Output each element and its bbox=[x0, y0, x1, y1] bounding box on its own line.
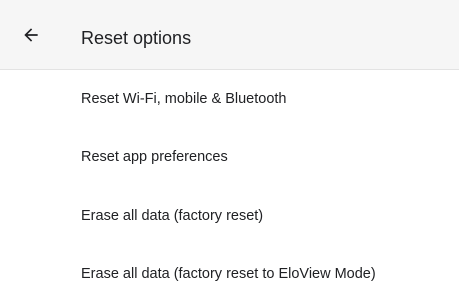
back-button[interactable] bbox=[16, 20, 46, 50]
option-label: Reset Wi-Fi, mobile & Bluetooth bbox=[81, 91, 287, 107]
option-label: Erase all data (factory reset to EloView… bbox=[81, 266, 376, 282]
factory-reset-option[interactable]: Erase all data (factory reset) bbox=[0, 188, 459, 244]
page-title: Reset options bbox=[81, 28, 192, 48]
arrow-left-icon bbox=[24, 28, 38, 42]
factory-reset-eloview-option[interactable]: Erase all data (factory reset to EloView… bbox=[0, 246, 459, 290]
reset-network-option[interactable]: Reset Wi-Fi, mobile & Bluetooth bbox=[0, 71, 459, 127]
reset-app-preferences-option[interactable]: Reset app preferences bbox=[0, 129, 459, 185]
app-bar: Reset options bbox=[0, 0, 459, 70]
option-label: Reset app preferences bbox=[81, 149, 228, 165]
reset-options-screen: Reset options Reset Wi-Fi, mobile & Blue… bbox=[0, 0, 459, 290]
option-label: Erase all data (factory reset) bbox=[81, 208, 264, 224]
